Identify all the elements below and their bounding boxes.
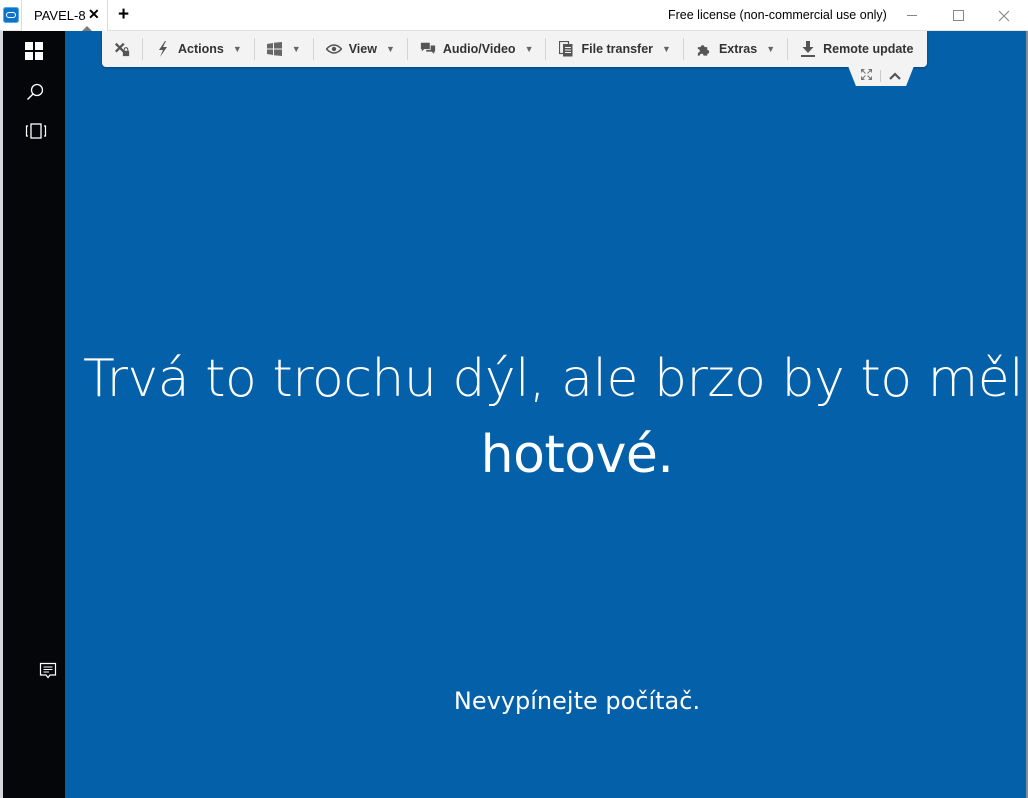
teamviewer-icon: [3, 7, 19, 23]
update-message-line2: hotové.: [480, 425, 674, 485]
disconnect-lock-icon: [114, 41, 130, 57]
caret-down-icon: ▼: [766, 44, 776, 54]
windows-menu[interactable]: ▼: [255, 31, 313, 67]
file-transfer-label: File transfer: [581, 42, 654, 56]
close-window-button[interactable]: [981, 0, 1027, 31]
notification-icon[interactable]: [39, 662, 59, 682]
search-icon[interactable]: [25, 82, 45, 102]
audio-video-menu[interactable]: Audio/Video ▼: [408, 31, 546, 67]
new-tab-plus-icon[interactable]: +: [118, 4, 129, 26]
extras-menu[interactable]: Extras ▼: [684, 31, 787, 67]
view-label: View: [348, 42, 377, 56]
remote-toolbar: Actions ▼ ▼ View ▼ Audio/Video ▼ File tr…: [102, 31, 927, 67]
caret-down-icon: ▼: [291, 44, 301, 54]
actions-menu[interactable]: Actions ▼: [143, 31, 254, 67]
caret-down-icon: ▼: [662, 44, 671, 54]
caret-down-icon: ▼: [524, 44, 534, 54]
lightning-icon: [155, 41, 171, 57]
remote-screen[interactable]: Trvá to trochu dýl, ale brzo by to mělo …: [65, 31, 1028, 798]
windows-start-icon[interactable]: [25, 42, 45, 62]
eye-icon: [325, 41, 342, 57]
toolbar-tab-separator: [880, 70, 881, 82]
task-view-icon[interactable]: [25, 121, 47, 141]
view-menu[interactable]: View ▼: [314, 31, 407, 67]
end-session-button[interactable]: [102, 31, 142, 67]
download-icon: [800, 41, 816, 57]
remote-start-sidebar: [3, 31, 65, 798]
update-message-line1: Trvá to trochu dýl, ale brzo by to mělo …: [83, 349, 1028, 409]
title-bar: PAVEL-8 ✕ + Free license (non-commercial…: [0, 0, 1028, 31]
windows-icon: [267, 41, 283, 57]
minimize-button[interactable]: [889, 0, 935, 31]
files-icon: [558, 41, 574, 57]
remote-update-label: Remote update: [823, 42, 914, 56]
chat-bubbles-icon: [420, 41, 436, 57]
chevron-up-icon[interactable]: [889, 67, 901, 85]
actions-label: Actions: [178, 42, 224, 56]
minimize-icon: [907, 15, 917, 16]
tab-pavel-8[interactable]: PAVEL-8 ✕: [21, 0, 108, 31]
fullscreen-icon[interactable]: [861, 67, 872, 85]
puzzle-icon: [696, 41, 712, 57]
file-transfer-menu[interactable]: File transfer ▼: [546, 31, 682, 67]
audio-video-label: Audio/Video: [442, 42, 516, 56]
extras-label: Extras: [718, 42, 758, 56]
remote-update-button[interactable]: Remote update: [788, 31, 925, 67]
maximize-button[interactable]: [935, 0, 981, 31]
license-text: Free license (non-commercial use only): [668, 8, 887, 22]
caret-down-icon: ▼: [385, 44, 395, 54]
footer-message: Nevypínejte počítač.: [453, 687, 701, 715]
maximize-icon: [952, 10, 964, 21]
tab-close-icon[interactable]: ✕: [88, 6, 100, 23]
tab-label: PAVEL-8: [34, 8, 86, 23]
caret-down-icon: ▼: [232, 44, 242, 54]
close-icon: [998, 10, 1010, 21]
toolbar-tab: [848, 66, 914, 86]
